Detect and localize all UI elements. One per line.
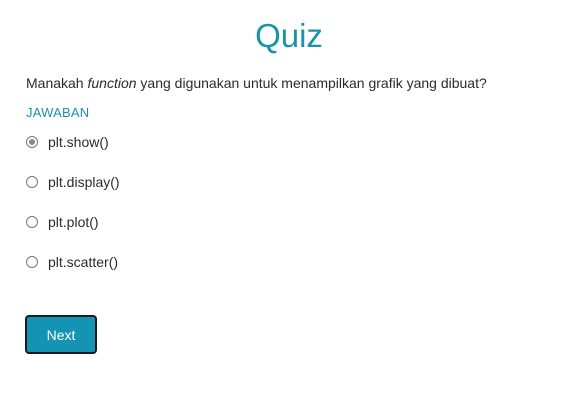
option-plt-plot[interactable]: plt.plot() — [24, 212, 120, 232]
option-radio[interactable] — [26, 176, 38, 188]
option-radio[interactable] — [26, 136, 38, 148]
option-radio[interactable] — [26, 256, 38, 268]
answer-options: plt.show() plt.display() plt.plot() plt.… — [24, 132, 120, 292]
option-plt-scatter[interactable]: plt.scatter() — [24, 252, 120, 272]
question-prefix: Manakah — [26, 75, 88, 91]
question-suffix: yang digunakan untuk menampilkan grafik … — [136, 75, 487, 91]
option-plt-display[interactable]: plt.display() — [24, 172, 120, 192]
answer-section-label: JAWABAN — [26, 105, 90, 120]
option-label: plt.show() — [48, 134, 109, 150]
option-plt-show[interactable]: plt.show() — [24, 132, 120, 152]
question-text: Manakah function yang digunakan untuk me… — [26, 73, 487, 93]
option-radio[interactable] — [26, 216, 38, 228]
option-label: plt.scatter() — [48, 254, 119, 270]
option-label: plt.display() — [48, 174, 120, 190]
question-emphasis: function — [87, 75, 137, 91]
quiz-title: Quiz — [255, 17, 323, 54]
next-button[interactable]: Next — [25, 315, 97, 354]
option-label: plt.plot() — [48, 214, 99, 230]
